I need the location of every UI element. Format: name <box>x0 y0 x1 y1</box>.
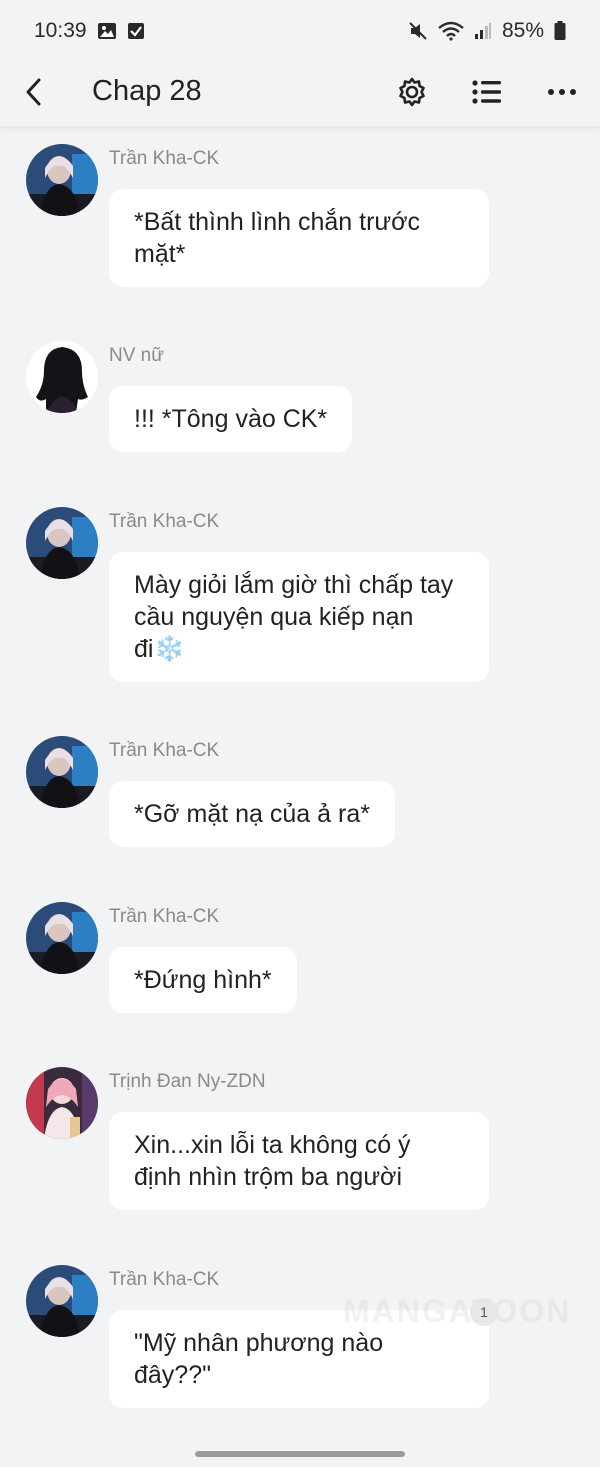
avatar[interactable] <box>26 144 98 216</box>
avatar[interactable] <box>26 736 98 808</box>
wifi-icon <box>438 21 464 41</box>
message-bubble: *Bất thình lình chắn trước mặt* <box>109 189 489 287</box>
signal-icon <box>474 22 492 40</box>
sender-name: Trần Kha-CK <box>109 740 220 761</box>
more-icon[interactable] <box>540 70 584 114</box>
message-bubble: Mày giỏi lắm giờ thì chấp tay cầu nguyện… <box>109 552 489 682</box>
sender-name: Trần Kha-CK <box>109 511 220 532</box>
avatar[interactable] <box>26 902 98 974</box>
sender-name: Trần Kha-CK <box>109 1269 220 1290</box>
sender-name: Trần Kha-CK <box>109 148 220 169</box>
gear-icon[interactable] <box>390 70 434 114</box>
message-bubble: *Đứng hình* <box>109 947 297 1013</box>
back-arrow-icon[interactable] <box>14 72 54 112</box>
page-title: Chap 28 <box>92 75 202 107</box>
page-badge[interactable]: 1 <box>470 1298 498 1326</box>
status-bar: 10:39 85% <box>0 0 600 62</box>
watermark: MANGATOON <box>343 1293 572 1329</box>
app-bar: Chap 28 <box>0 62 600 126</box>
avatar[interactable] <box>26 507 98 579</box>
gallery-icon <box>97 22 117 40</box>
status-time: 10:39 <box>34 19 87 42</box>
sender-name: NV nữ <box>109 345 164 366</box>
message-bubble: *Gỡ mặt nạ của ả ra* <box>109 781 395 847</box>
avatar[interactable] <box>26 1265 98 1337</box>
mute-icon <box>408 21 428 41</box>
sender-name: Trịnh Đan Ny-ZDN <box>109 1071 266 1092</box>
battery-percent: 85% <box>501 19 544 42</box>
home-indicator[interactable] <box>195 1451 405 1457</box>
battery-icon <box>554 21 566 41</box>
avatar[interactable] <box>26 1067 98 1139</box>
list-icon[interactable] <box>465 70 509 114</box>
checkbox-icon <box>127 22 145 40</box>
message-bubble: Xin...xin lỗi ta không có ý định nhìn tr… <box>109 1112 489 1210</box>
avatar[interactable] <box>26 341 98 413</box>
message-bubble: !!! *Tông vào CK* <box>109 386 353 452</box>
sender-name: Trần Kha-CK <box>109 906 220 927</box>
